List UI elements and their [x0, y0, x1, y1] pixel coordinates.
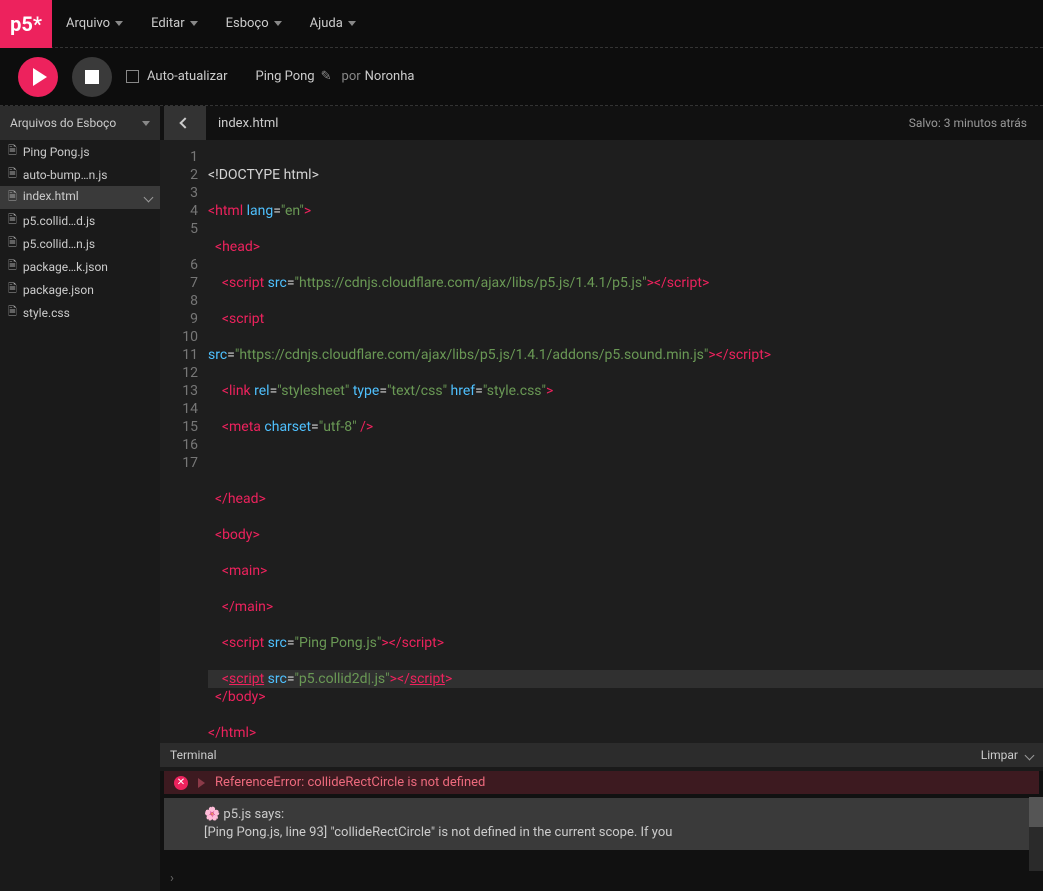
filename-tab: index.html [206, 116, 290, 131]
file-sidebar: 🗎Ping Pong.js 🗎auto-bump…n.js 🗎index.htm… [0, 140, 160, 743]
menu: Arquivo Editar Esboço Ajuda [52, 0, 370, 48]
terminal-label: Terminal [170, 748, 217, 762]
sidebar-header-label: Arquivos do Esboço [10, 116, 116, 130]
file-icon: 🗎 [8, 211, 17, 230]
scrollbar[interactable] [1029, 797, 1043, 871]
author-name: Noronha [365, 69, 415, 84]
play-icon [33, 68, 47, 86]
top-menubar: p5* Arquivo Editar Esboço Ajuda [0, 0, 1043, 48]
midbar: Arquivos do Esboço index.html Salvo: 3 m… [0, 106, 1043, 140]
chevron-down-icon[interactable] [1025, 750, 1035, 760]
stop-icon [85, 70, 99, 84]
auto-refresh-checkbox[interactable] [126, 70, 139, 83]
file-icon: 🗎 [8, 303, 17, 322]
menu-sketch[interactable]: Esboço [212, 0, 296, 48]
toolbar: Auto-atualizar Ping Pong ✎ por Noronha [0, 48, 1043, 106]
error-text: ReferenceError: collideRectCircle is not… [215, 775, 485, 790]
error-x-icon: ✕ [174, 776, 188, 790]
clear-terminal-button[interactable]: Limpar [981, 748, 1018, 762]
file-item-selected[interactable]: 🗎index.html [0, 186, 160, 209]
file-item[interactable]: 🗎package…k.json [0, 255, 160, 278]
menu-help[interactable]: Ajuda [296, 0, 370, 48]
logo: p5* [0, 0, 52, 48]
file-item[interactable]: 🗎package.json [0, 278, 160, 301]
main-area: 🗎Ping Pong.js 🗎auto-bump…n.js 🗎index.htm… [0, 140, 1043, 743]
file-icon: 🗎 [8, 165, 17, 184]
file-item[interactable]: 🗎p5.collid…d.js [0, 209, 160, 232]
terminal: ✕ ReferenceError: collideRectCircle is n… [160, 771, 1043, 891]
chevron-down-icon [142, 121, 150, 126]
file-item[interactable]: 🗎Ping Pong.js [0, 140, 160, 163]
code-editor[interactable]: 12345 67891011121314151617 <!DOCTYPE htm… [160, 140, 1043, 743]
console-prompt[interactable]: › [160, 871, 1043, 891]
saved-status: Salvo: 3 minutos atrás [909, 116, 1043, 130]
edit-name-icon[interactable]: ✎ [321, 69, 332, 84]
terminal-header: Terminal Limpar [160, 743, 1043, 767]
auto-refresh-label: Auto-atualizar [147, 69, 228, 84]
scroll-thumb[interactable] [1029, 797, 1043, 827]
error-arrow-icon [198, 778, 205, 788]
gutter: 12345 67891011121314151617 [160, 140, 208, 743]
file-icon: 🗎 [8, 234, 17, 253]
sidebar-header[interactable]: Arquivos do Esboço [0, 106, 160, 140]
menu-file[interactable]: Arquivo [52, 0, 137, 48]
file-icon: 🗎 [8, 280, 17, 299]
sketch-name: Ping Pong [256, 69, 315, 84]
file-item[interactable]: 🗎p5.collid…n.js [0, 232, 160, 255]
file-icon: 🗎 [8, 142, 17, 161]
play-button[interactable] [18, 57, 58, 97]
error-line: ✕ ReferenceError: collideRectCircle is n… [164, 771, 1039, 794]
file-item[interactable]: 🗎auto-bump…n.js [0, 163, 160, 186]
code-content[interactable]: <!DOCTYPE html> <html lang="en"> <head> … [208, 140, 1043, 743]
menu-edit[interactable]: Editar [137, 0, 212, 48]
stop-button[interactable] [72, 57, 112, 97]
collapse-sidebar-button[interactable] [164, 106, 206, 140]
file-icon: 🗎 [8, 190, 17, 203]
file-icon: 🗎 [8, 257, 17, 276]
by-label: por [342, 69, 361, 84]
console-message: 🌸 p5.js says: [Ping Pong.js, line 93] "c… [164, 798, 1039, 850]
file-item[interactable]: 🗎style.css [0, 301, 160, 324]
chevron-down-icon[interactable] [144, 193, 154, 203]
chevron-left-icon [179, 117, 190, 128]
